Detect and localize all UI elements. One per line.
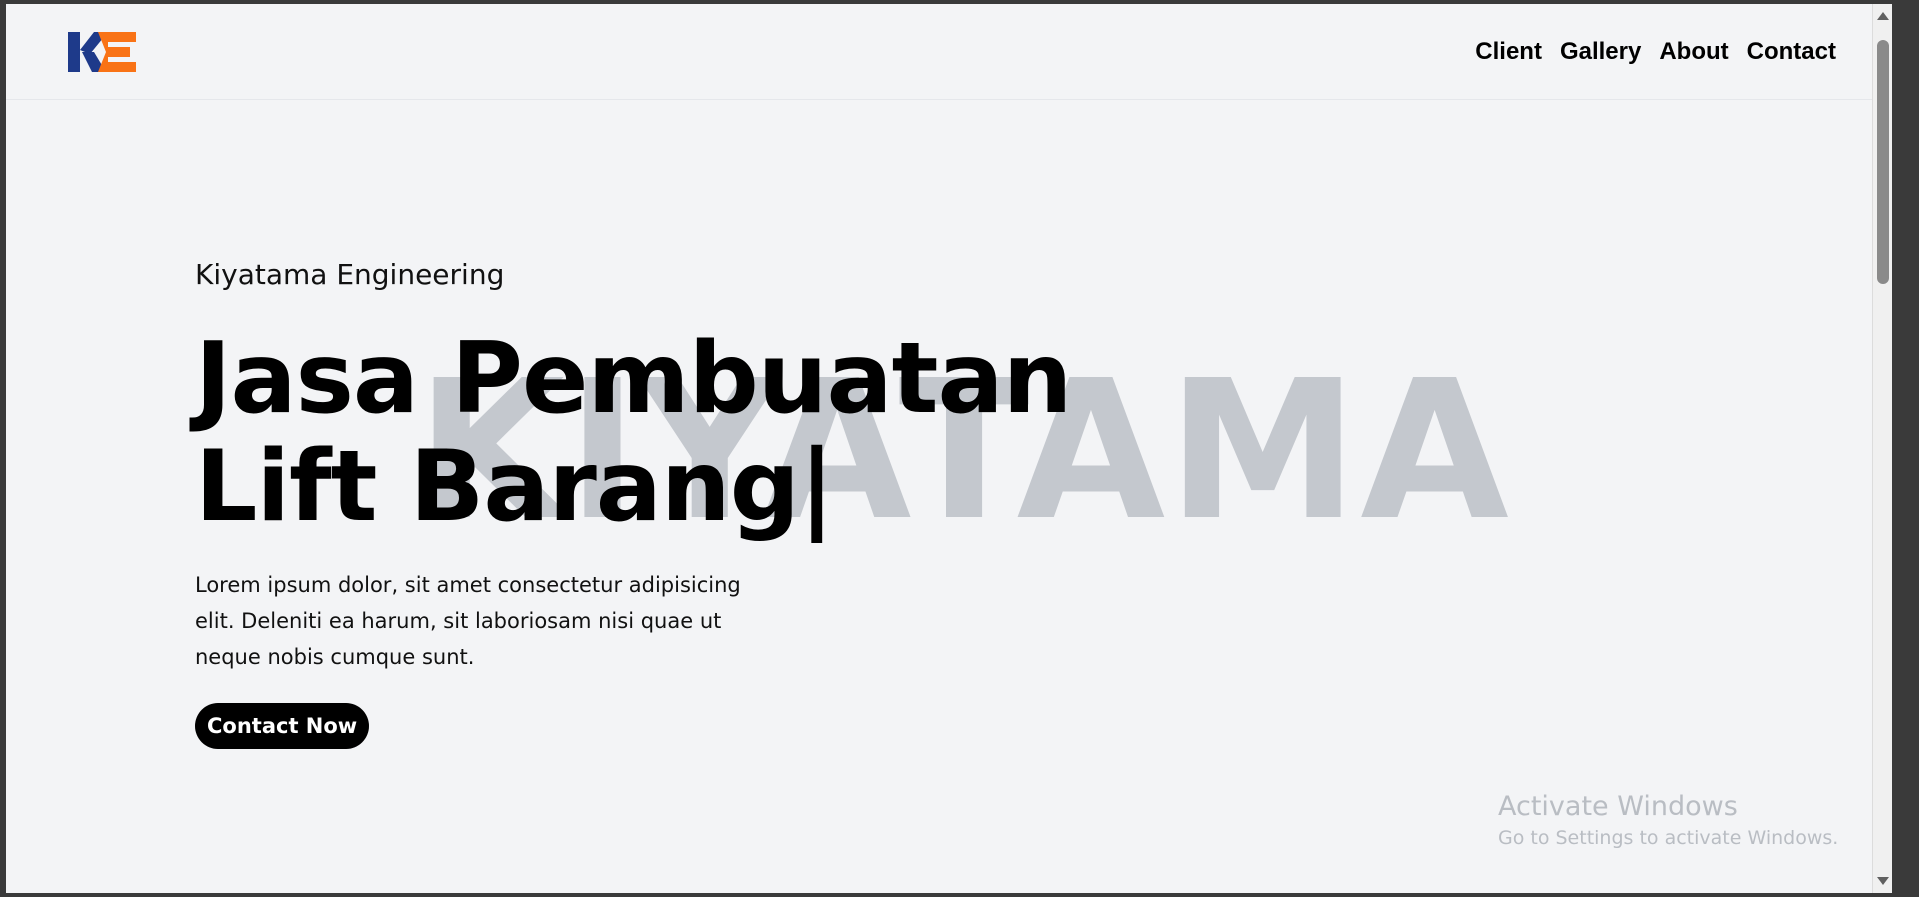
scrollbar-thumb[interactable] — [1877, 40, 1889, 284]
activate-title: Activate Windows — [1498, 791, 1738, 822]
nav-link-contact[interactable]: Contact — [1747, 38, 1836, 66]
nav-link-gallery[interactable]: Gallery — [1560, 38, 1641, 66]
logo-letter-e — [98, 32, 136, 72]
activate-subtitle: Go to Settings to activate Windows. — [1498, 827, 1839, 849]
hero-title-line-1: Jasa Pembuatan — [195, 322, 1072, 436]
nav-link-about[interactable]: About — [1659, 38, 1728, 66]
hero-title: Jasa Pembuatan Lift Barang| — [195, 325, 1095, 541]
browser-viewport: Client Gallery About Contact KIYATAMA Ki… — [6, 4, 1892, 893]
nav-menu: Client Gallery About Contact — [1475, 38, 1836, 66]
hero-eyebrow: Kiyatama Engineering — [195, 258, 505, 291]
scroll-down-arrow-icon[interactable] — [1877, 877, 1889, 885]
hero-section: Kiyatama Engineering Jasa Pembuatan Lift… — [195, 258, 1095, 749]
nav-link-client[interactable]: Client — [1475, 38, 1542, 66]
navbar: Client Gallery About Contact — [6, 4, 1892, 100]
hero-title-line-2: Lift Barang| — [195, 430, 835, 544]
hero-description: Lorem ipsum dolor, sit amet consectetur … — [195, 573, 741, 669]
windows-activation-notice: Activate Windows Go to Settings to activ… — [1498, 790, 1838, 852]
kiyatama-logo[interactable] — [68, 28, 138, 76]
scroll-up-arrow-icon[interactable] — [1877, 12, 1889, 20]
vertical-scrollbar[interactable] — [1872, 4, 1892, 893]
contact-now-button[interactable]: Contact Now — [195, 703, 370, 749]
